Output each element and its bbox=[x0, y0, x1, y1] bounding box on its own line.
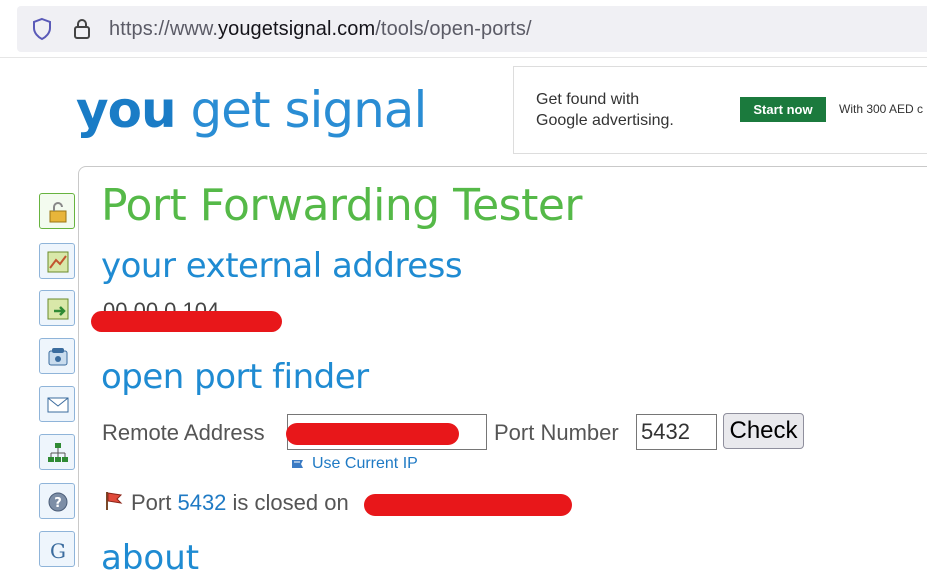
redaction-mark-result bbox=[364, 494, 572, 516]
sidebar-email-tool[interactable] bbox=[39, 386, 75, 422]
toolbar-divider bbox=[0, 57, 927, 58]
url-text[interactable]: https://www.yougetsignal.com/tools/open-… bbox=[109, 18, 532, 41]
ad-start-now-button[interactable]: Start now bbox=[740, 97, 826, 122]
svg-text:G: G bbox=[50, 539, 66, 562]
open-port-finder-heading: open port finder bbox=[101, 357, 369, 397]
sidebar-google-tool[interactable]: G bbox=[39, 531, 75, 567]
ad-text: Get found with Google advertising. bbox=[536, 89, 674, 131]
shield-icon[interactable] bbox=[31, 17, 53, 46]
port-number-label: Port Number bbox=[494, 420, 619, 445]
url-prefix: https://www. bbox=[109, 18, 219, 40]
site-logo[interactable]: you get signal bbox=[76, 80, 427, 140]
network-icon bbox=[48, 443, 68, 462]
sidebar-map-route-tool[interactable] bbox=[39, 290, 75, 326]
result-port-number[interactable]: 5432 bbox=[177, 490, 226, 515]
url-path: /tools/open-ports/ bbox=[375, 18, 532, 40]
port-check-result: Port 5432 is closed on bbox=[103, 490, 349, 516]
logo-you: you bbox=[76, 81, 177, 139]
result-prefix: Port bbox=[131, 490, 178, 515]
page-title: Port Forwarding Tester bbox=[101, 180, 583, 231]
use-current-ip-link[interactable]: Use Current IP bbox=[291, 455, 418, 473]
remote-address-label: Remote Address bbox=[102, 420, 265, 445]
sidebar-open-ports[interactable] bbox=[39, 193, 75, 229]
url-domain: yougetsignal.com bbox=[218, 18, 376, 40]
ad-line-2: Google advertising. bbox=[536, 112, 674, 129]
port-number-input[interactable] bbox=[636, 414, 717, 450]
sidebar-phone-tool[interactable] bbox=[39, 338, 75, 374]
mail-icon bbox=[47, 397, 69, 413]
check-button[interactable]: Check bbox=[723, 413, 804, 449]
use-current-ip-label: Use Current IP bbox=[312, 455, 418, 472]
about-heading: about bbox=[101, 538, 200, 578]
google-icon: G bbox=[50, 539, 66, 562]
google-ad-banner[interactable]: Get found with Google advertising. Start… bbox=[513, 66, 927, 154]
help-icon: ? bbox=[48, 492, 68, 512]
sidebar-map-tool[interactable] bbox=[39, 243, 75, 279]
ad-subtext: With 300 AED c bbox=[839, 102, 924, 116]
external-address-heading: your external address bbox=[101, 246, 463, 286]
svg-text:?: ? bbox=[54, 496, 62, 511]
lock-icon[interactable] bbox=[72, 17, 92, 46]
sidebar-help-tool[interactable]: ? bbox=[39, 483, 75, 519]
phone-icon bbox=[48, 348, 68, 366]
result-suffix: is closed on bbox=[226, 490, 349, 515]
sidebar-network-tool[interactable] bbox=[39, 434, 75, 470]
flag-icon bbox=[292, 460, 303, 468]
logo-get-signal: get signal bbox=[175, 81, 427, 139]
map-arrow-icon bbox=[47, 298, 69, 320]
lock-open-icon bbox=[49, 202, 67, 223]
redaction-mark-remote bbox=[286, 423, 459, 445]
ad-line-1: Get found with bbox=[536, 91, 640, 108]
redaction-mark-ip bbox=[91, 311, 282, 332]
map-icon bbox=[47, 251, 69, 273]
red-flag-icon bbox=[106, 492, 123, 510]
address-bar[interactable]: https://www.yougetsignal.com/tools/open-… bbox=[17, 6, 927, 52]
